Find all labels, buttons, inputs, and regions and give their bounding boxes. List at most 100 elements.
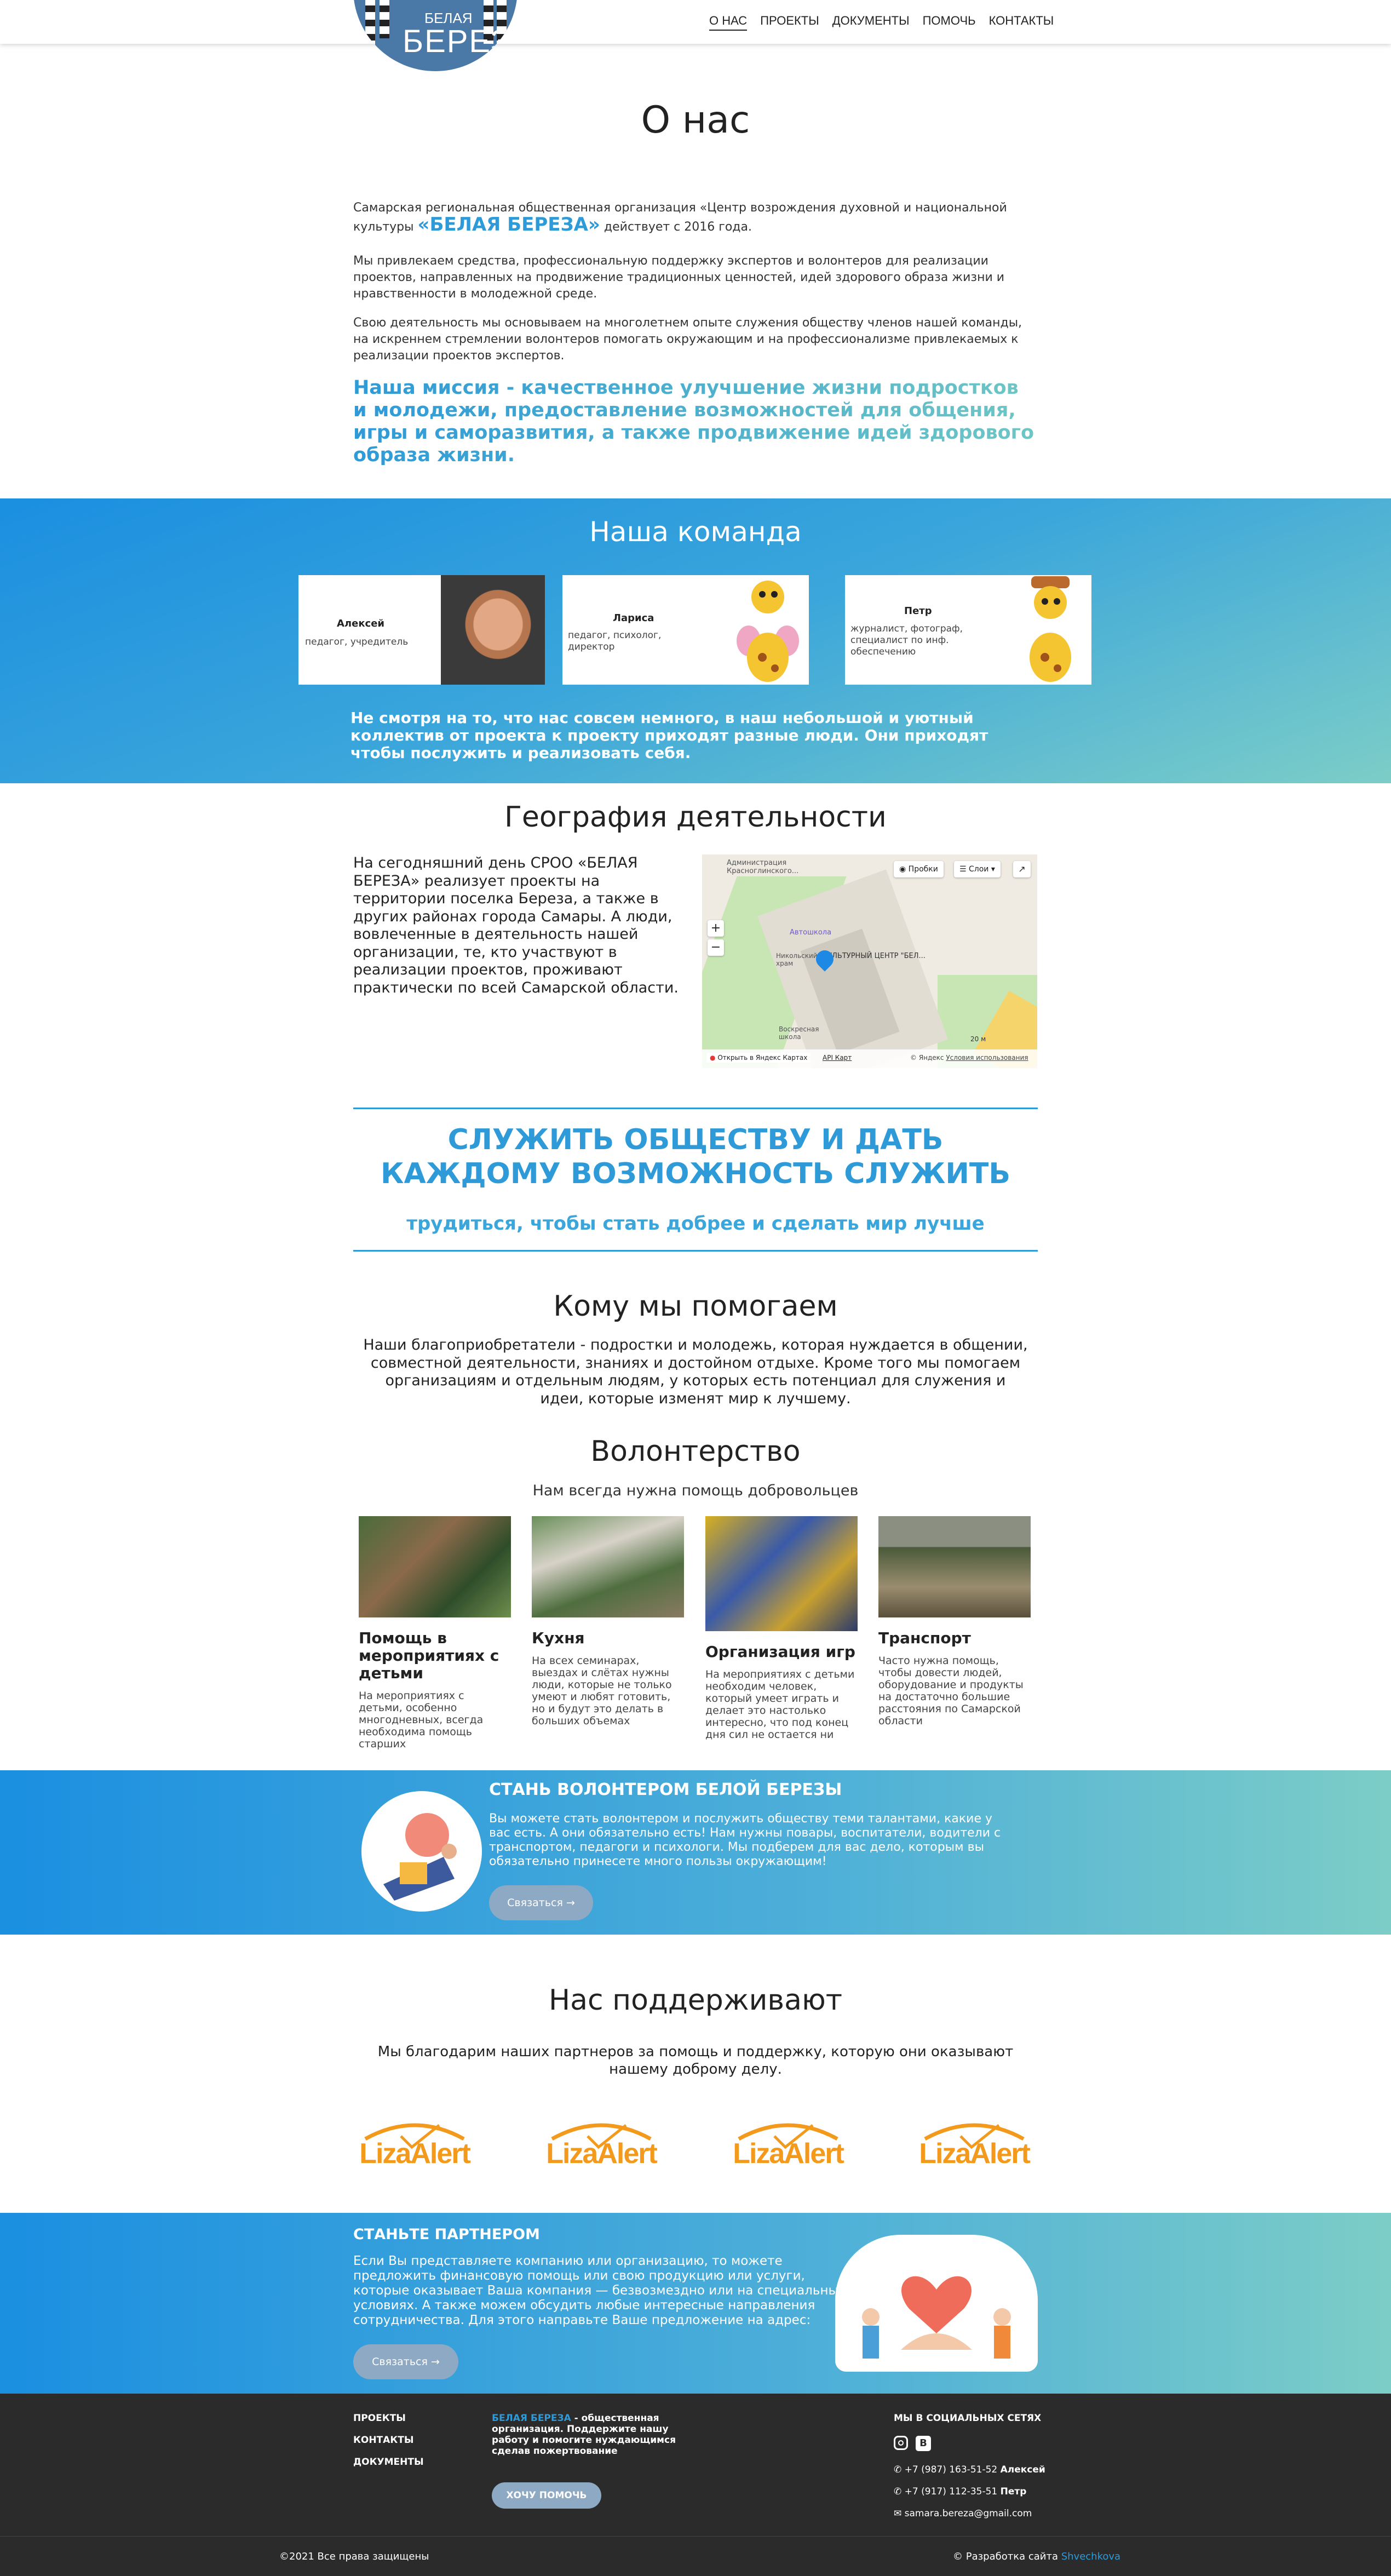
volunteer-item: Транспорт Часто нужна помощь, чтобы дове… [878,1516,1031,1726]
giraffe-hat-icon [1030,576,1071,682]
map-layers-label: Слои [969,865,989,874]
donate-button[interactable]: ХОЧУ ПОМОЧЬ [492,2482,601,2509]
member-role: журналист, фотограф, специалист по инф. … [850,623,963,657]
partner-name: LizaAlert [359,2138,471,2170]
partner-text: Если Вы представляете компанию или орган… [353,2254,846,2327]
phone-1-name: Алексей [1000,2464,1045,2475]
team-card: Алексей педагог, учредитель [298,575,545,685]
partner-logo[interactable]: LizaAlert [731,2114,846,2180]
help-text: Наши благоприобретатели - подростки и мо… [363,1336,1028,1407]
about-intro: Самарская региональная общественная орга… [353,200,1038,236]
slogan-sub: трудиться, чтобы стать добрее и сделать … [406,1213,985,1235]
email[interactable]: ✉ samara.bereza@gmail.com [894,2508,1032,2519]
map-terms-link[interactable]: Условия использования [946,1054,1028,1062]
partner-title: СТАНЬТЕ ПАРТНЕРОМ [353,2226,540,2243]
nav-contacts[interactable]: КОНТАКТЫ [989,14,1054,31]
main-nav: О НАС ПРОЕКТЫ ДОКУМЕНТЫ ПОМОЧЬ КОНТАКТЫ [709,14,1054,31]
email-address: samara.bereza@gmail.com [904,2508,1032,2519]
volunteer-illustration [361,1791,482,1912]
member-name: Петр [904,605,932,617]
slogan-main: СЛУЖИТЬ ОБЩЕСТВУ И ДАТЬ КАЖДОМУ ВОЗМОЖНО… [380,1123,1011,1190]
map-zoom-out-button[interactable]: − [708,939,724,956]
team-card: Петр журналист, фотограф, специалист по … [845,575,1091,685]
member-name: Лариса [613,612,654,624]
volunteer-title: Волонтерство [590,1435,801,1468]
social-title: МЫ В СОЦИАЛЬНЫХ СЕТЯХ [894,2413,1042,2424]
contact-button[interactable]: Связаться → [489,1885,593,1920]
phone-1[interactable]: ✆ +7 (987) 163-51-52 Алексей [894,2464,1045,2475]
phone-2[interactable]: ✆ +7 (917) 112-35-51 Петр [894,2486,1026,2497]
map-traffic-button[interactable]: ◉ Пробки [894,861,944,877]
member-photo [441,575,545,685]
member-role: педагог, учредитель [305,636,409,647]
support-title: Нас поддерживают [548,1984,843,2017]
partner-name: LizaAlert [733,2138,844,2170]
volunteer-photo [878,1516,1031,1617]
nav-about[interactable]: О НАС [709,14,748,31]
volunteer-photo [705,1516,858,1631]
become-text: Вы можете стать волонтером и послужить о… [489,1812,1001,1868]
logo-big-text: БЕРЕЗА [403,24,518,59]
map-copyright: © Яндекс Условия использования [910,1054,1028,1062]
volunteer-photo [359,1516,511,1617]
page-title: О нас [641,99,750,142]
support-text: Мы благодарим наших партнеров за помощь … [377,2044,1014,2078]
footer-copyright: ©2021 Все права защищены [279,2551,429,2562]
geo-title: География деятельности [504,801,887,834]
nav-projects[interactable]: ПРОЕКТЫ [760,14,819,31]
nav-help[interactable]: ПОМОЧЬ [923,14,976,31]
footer-link-documents[interactable]: ДОКУМЕНТЫ [353,2457,424,2468]
volunteer-item-title: Кухня [532,1629,585,1647]
nav-documents[interactable]: ДОКУМЕНТЫ [832,14,910,31]
map-scale: 20 м [970,1035,986,1043]
yandex-pin-icon: ● [710,1054,716,1062]
footer-divider [0,2536,1391,2537]
volunteer-item: Помощь в мероприятиях с детьми На меропр… [359,1516,511,1761]
site-header: О НАС ПРОЕКТЫ ДОКУМЕНТЫ ПОМОЧЬ КОНТАКТЫ [0,0,1391,44]
team-title: Наша команда [589,516,802,548]
about-intro-end: действует с 2016 года. [600,220,752,234]
map-open-label: Открыть в Яндекс Картах [717,1054,808,1062]
slogan-bottom-rule [353,1250,1038,1252]
map-layers-button[interactable]: ☰ Слои ▾ [954,861,1001,877]
logo[interactable]: БЕЛАЯ БЕРЕЗА [353,0,518,71]
partner-logo[interactable]: LizaAlert [357,2114,472,2180]
phone-1-number: +7 (987) 163-51-52 [904,2464,998,2475]
partner-contact-button[interactable]: Связаться → [353,2344,458,2379]
partner-logo[interactable]: LizaAlert [917,2114,1032,2180]
partner-logo[interactable]: LizaAlert [544,2114,659,2180]
site-footer [0,2394,1391,2576]
map-open-link[interactable]: ● Открыть в Яндекс Картах [706,1053,811,1063]
footer-link-projects[interactable]: ПРОЕКТЫ [353,2413,406,2424]
map-fullscreen-icon[interactable]: ↗ [1013,861,1031,877]
instagram-icon[interactable] [894,2436,908,2450]
volunteer-item-desc: На всех семинарах, выездах и слётах нужн… [532,1655,672,1726]
org-name: «БЕЛАЯ БЕРЕЗА» [417,214,600,236]
geo-text: На сегодняшний день СРОО «БЕЛАЯ БЕРЕЗА» … [353,854,679,996]
partner-illustration [835,2235,1038,2372]
volunteer-item-desc: На мероприятиях с детьми необходим челов… [705,1668,855,1740]
map-copyright-text: © Яндекс [910,1054,944,1062]
volunteer-item-title: Транспорт [878,1629,971,1647]
footer-developer-text: © Разработка сайта [953,2551,1061,2562]
map-traffic-label: Пробки [908,865,938,874]
footer-about: БЕЛАЯ БЕРЕЗА - общественная организация.… [492,2413,678,2457]
mission-statement: Наша миссия - качественное улучшение жиз… [353,377,1038,467]
partner-name: LizaAlert [546,2138,658,2170]
developer-link[interactable]: Shvechkova [1061,2551,1120,2562]
volunteer-item-desc: Часто нужна помощь, чтобы довести людей,… [878,1655,1024,1726]
member-role: педагог, психолог, директор [568,630,662,652]
vk-icon[interactable]: B [916,2436,931,2451]
footer-link-contacts[interactable]: КОНТАКТЫ [353,2435,413,2446]
member-name: Алексей [337,618,385,629]
map-api-link[interactable]: API Карт [823,1054,852,1062]
volunteer-item-desc: На мероприятиях с детьми, особенно много… [359,1690,484,1750]
about-text-2: Мы привлекаем средства, профессиональную… [353,254,1005,301]
giraffe-icon [737,581,799,682]
map-label-church: Никольский храм [776,952,818,967]
help-title: Кому мы помогаем [553,1290,838,1323]
map-zoom-in-button[interactable]: + [708,920,724,937]
yandex-map[interactable]: Администрация Красноглинского... Автошко… [702,854,1037,1068]
volunteer-item: Организация игр На мероприятиях с детьми… [705,1516,858,1740]
team-note: Не смотря на то, что нас совсем немного,… [350,709,988,762]
